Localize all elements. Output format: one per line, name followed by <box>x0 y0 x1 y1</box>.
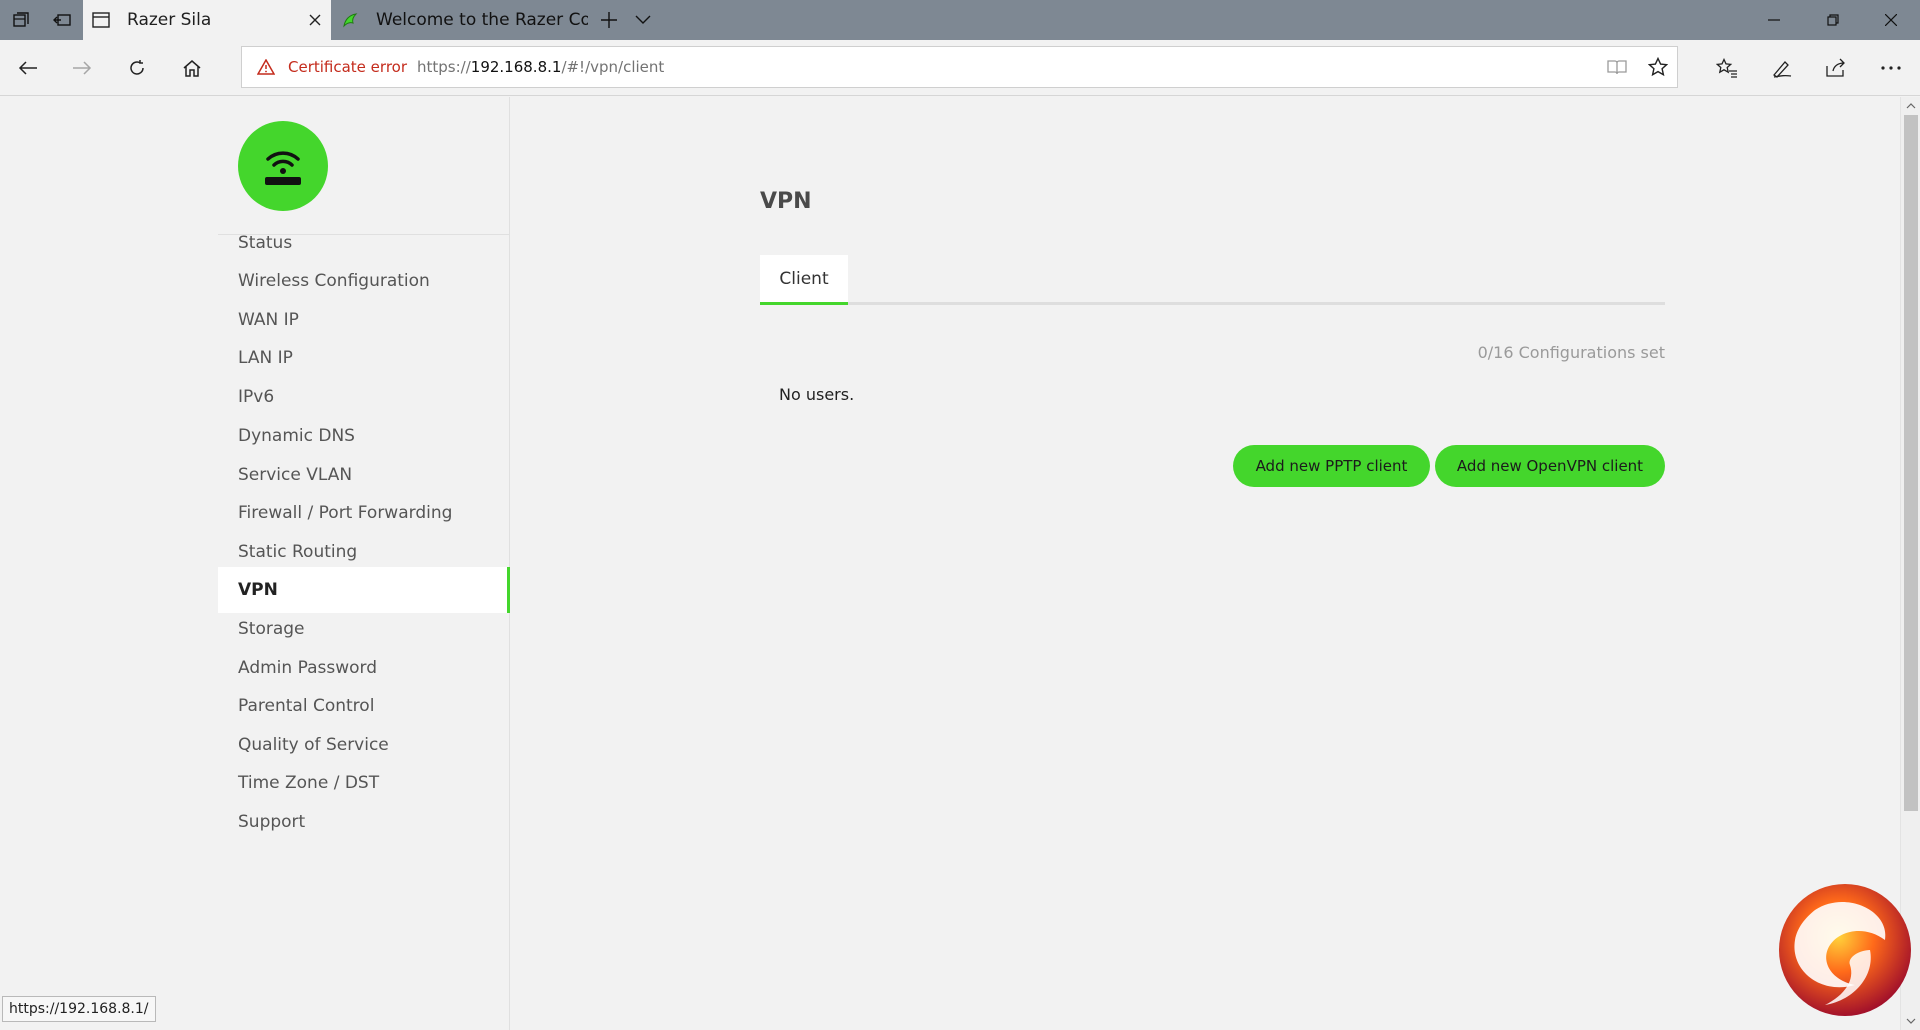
restore-icon[interactable] <box>1806 0 1860 40</box>
wifi-router-icon[interactable] <box>238 121 328 211</box>
more-options-icon[interactable] <box>1869 46 1913 90</box>
browser-tab-strip: Razer Sila Welcome to the Razer Com <box>0 0 1920 40</box>
refresh-icon[interactable] <box>115 46 159 90</box>
scroll-up-icon[interactable] <box>1901 97 1920 115</box>
home-icon[interactable] <box>170 46 214 90</box>
close-window-icon[interactable] <box>1864 0 1918 40</box>
sidebar-item-label: Support <box>238 812 306 832</box>
url-path: /#!/vpn/client <box>561 58 665 76</box>
sidebar-item-label: Storage <box>238 619 305 639</box>
warning-icon[interactable] <box>256 57 276 77</box>
forward-icon[interactable] <box>60 46 104 90</box>
tab-manager-icon[interactable] <box>0 0 41 40</box>
add-openvpn-client-button[interactable]: Add new OpenVPN client <box>1435 445 1665 487</box>
config-count: 0/16 Configurations set <box>1477 343 1665 362</box>
certificate-error-label[interactable]: Certificate error <box>288 58 407 76</box>
share-icon[interactable] <box>1814 46 1858 90</box>
set-tabs-aside-icon[interactable] <box>41 0 82 40</box>
tab-client[interactable]: Client <box>760 255 848 305</box>
minimize-icon[interactable] <box>1747 0 1801 40</box>
page-viewport: Status Wireless Configuration WAN IP LAN… <box>0 97 1900 1030</box>
back-icon[interactable] <box>6 46 50 90</box>
sidebar-item-label: Parental Control <box>238 696 375 716</box>
tab-razer-sila[interactable]: Razer Sila <box>83 0 331 40</box>
sidebar-item-label: Quality of Service <box>238 735 389 755</box>
scrollbar-thumb[interactable] <box>1904 115 1918 811</box>
tab-label: Client <box>779 268 829 289</box>
favorite-star-icon[interactable] <box>1638 47 1678 87</box>
sidebar-item-support[interactable]: Support <box>218 799 510 845</box>
sidebar-item-label: Service VLAN <box>238 465 353 485</box>
favorites-hub-icon[interactable] <box>1705 46 1749 90</box>
browser-navbar: Certificate error https://192.168.8.1/#!… <box>0 40 1920 96</box>
logo-area <box>218 97 510 235</box>
url-protocol: https:// <box>417 58 471 76</box>
status-bar-url: https://192.168.8.1/ <box>2 996 156 1022</box>
sidebar-item-label: VPN <box>238 580 278 600</box>
tabs-divider <box>760 302 1665 305</box>
sidebar-item-label: Admin Password <box>238 658 377 678</box>
address-bar[interactable]: Certificate error https://192.168.8.1/#!… <box>241 46 1678 88</box>
tab-razer-community[interactable]: Welcome to the Razer Com <box>332 0 588 40</box>
url-host: 192.168.8.1 <box>470 58 562 76</box>
page-title: VPN <box>760 189 812 214</box>
sidebar-item-label: Dynamic DNS <box>238 426 355 446</box>
tab-title: Razer Sila <box>127 10 212 30</box>
reading-view-icon[interactable] <box>1597 47 1637 87</box>
pen-notes-icon[interactable] <box>1760 46 1804 90</box>
close-tab-icon[interactable] <box>299 0 331 40</box>
sidebar-item-label: WAN IP <box>238 310 299 330</box>
add-pptp-client-button[interactable]: Add new PPTP client <box>1233 445 1430 487</box>
sidebar: Status Wireless Configuration WAN IP LAN… <box>218 97 510 1030</box>
razer-snake-icon <box>340 10 360 30</box>
sidebar-item-label: LAN IP <box>238 348 293 368</box>
page-icon <box>91 10 111 30</box>
empty-message: No users. <box>779 385 855 404</box>
sidebar-item-label: Wireless Configuration <box>238 271 430 291</box>
sidebar-item-label: IPv6 <box>238 387 275 407</box>
sidebar-item-label: Firewall / Port Forwarding <box>238 503 453 523</box>
tab-title: Welcome to the Razer Com <box>376 10 588 30</box>
sidebar-item-label: Static Routing <box>238 542 358 562</box>
watermark-logo-icon <box>1775 880 1915 1020</box>
tab-preview-chevron-icon[interactable] <box>622 0 663 40</box>
sidebar-item-label: Time Zone / DST <box>238 773 380 793</box>
sidebar-item-label: Status <box>238 233 293 253</box>
